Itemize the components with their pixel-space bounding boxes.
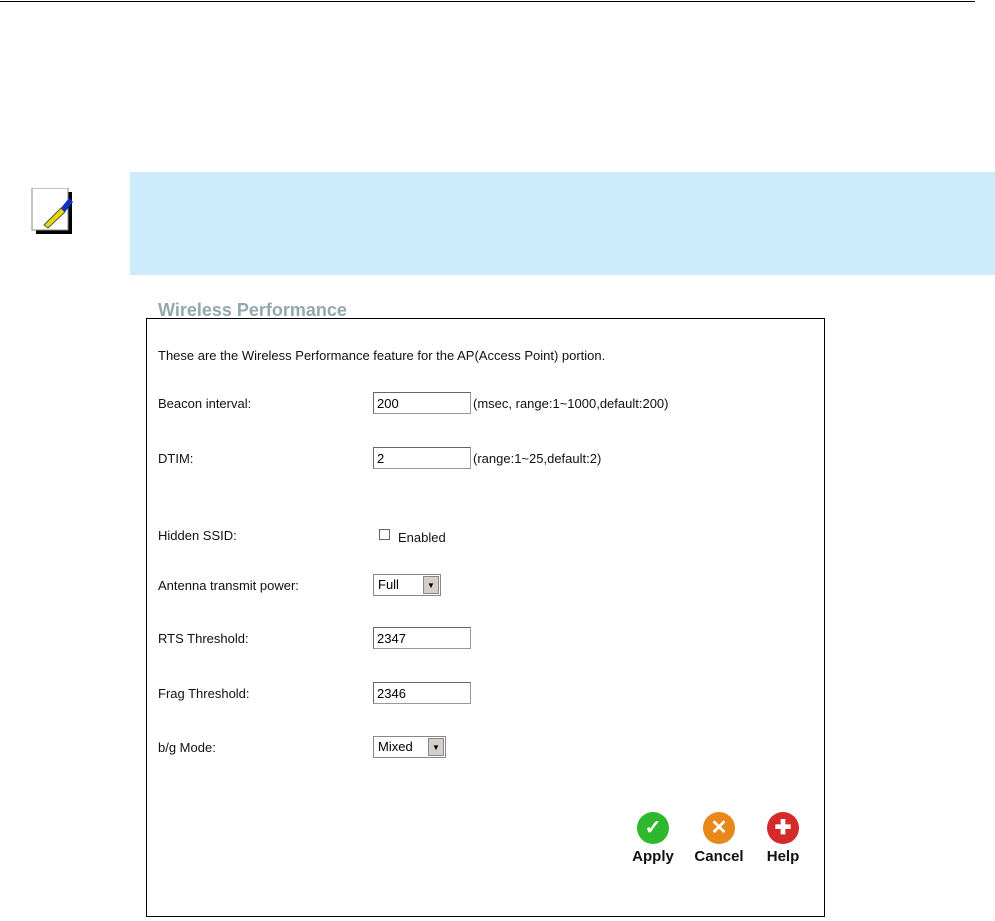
description: These are the Wireless Performance featu… bbox=[158, 348, 606, 363]
dtim-input[interactable] bbox=[373, 447, 471, 469]
apply-button[interactable]: ✓ Apply bbox=[628, 812, 678, 865]
chevron-down-icon: ▼ bbox=[428, 738, 444, 756]
cancel-button[interactable]: ✕ Cancel bbox=[694, 812, 744, 865]
hidden-ssid-label: Hidden SSID: bbox=[158, 528, 237, 543]
wireless-performance-panel: Wireless Performance These are the Wirel… bbox=[146, 300, 825, 917]
bg-mode-select[interactable]: Mixed ▼ bbox=[373, 736, 446, 758]
top-rule bbox=[0, 1, 975, 2]
page-title: Wireless Performance bbox=[158, 300, 347, 320]
bg-mode-label: b/g Mode: bbox=[158, 740, 216, 755]
antenna-value: Full bbox=[378, 577, 399, 592]
note-icon bbox=[31, 187, 77, 238]
hidden-ssid-checkbox[interactable] bbox=[379, 529, 390, 540]
help-label: Help bbox=[766, 848, 800, 865]
antenna-power-select[interactable]: Full ▼ bbox=[373, 574, 441, 596]
x-icon: ✕ bbox=[703, 812, 735, 844]
rts-label: RTS Threshold: bbox=[158, 631, 249, 646]
dtim-label: DTIM: bbox=[158, 451, 194, 466]
antenna-label: Antenna transmit power: bbox=[158, 578, 299, 593]
help-button[interactable]: ✚ Help bbox=[758, 812, 808, 865]
dtim-hint: (range:1~25,default:2) bbox=[473, 451, 602, 466]
cancel-label: Cancel bbox=[694, 848, 744, 865]
chevron-down-icon: ▼ bbox=[423, 576, 439, 594]
bg-mode-value: Mixed bbox=[378, 739, 413, 754]
frag-threshold-input[interactable] bbox=[373, 682, 471, 704]
beacon-hint: (msec, range:1~1000,default:200) bbox=[473, 396, 669, 411]
check-icon: ✓ bbox=[637, 812, 669, 844]
beacon-interval-input[interactable] bbox=[373, 392, 471, 414]
frag-label: Frag Threshold: bbox=[158, 686, 250, 701]
note-box bbox=[130, 172, 995, 275]
enabled-label: Enabled bbox=[398, 530, 446, 545]
rts-threshold-input[interactable] bbox=[373, 627, 471, 649]
plus-icon: ✚ bbox=[767, 812, 799, 844]
apply-label: Apply bbox=[632, 848, 674, 865]
beacon-label: Beacon interval: bbox=[158, 396, 252, 411]
